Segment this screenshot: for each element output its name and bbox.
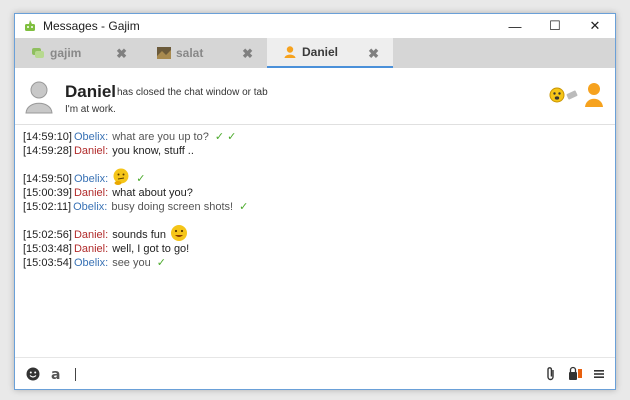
message-timestamp: [15:00:39] bbox=[23, 187, 72, 199]
close-button[interactable]: ✕ bbox=[575, 14, 615, 38]
message-nick: Obelix: bbox=[73, 173, 109, 185]
status-message: I'm at work. bbox=[65, 104, 116, 115]
message-text: you know, stuff .. bbox=[112, 145, 194, 157]
message-row: [15:00:39] Daniel: what about you? bbox=[23, 186, 603, 200]
message-timestamp: [14:59:28] bbox=[23, 145, 72, 157]
message-nick: Daniel: bbox=[73, 145, 109, 157]
message-nick: Daniel: bbox=[73, 229, 109, 241]
message-timestamp: [15:03:54] bbox=[23, 257, 72, 269]
message-text: see you bbox=[112, 257, 151, 269]
contact-photo-icon bbox=[157, 46, 171, 60]
tab-daniel[interactable]: Daniel ✖ bbox=[267, 38, 393, 68]
thinking-emoji-icon bbox=[112, 168, 130, 186]
message-text: sounds fun bbox=[112, 229, 167, 241]
message-timestamp: [15:02:56] bbox=[23, 229, 72, 241]
away-mood-icon bbox=[549, 87, 565, 103]
avatar bbox=[25, 80, 53, 114]
message-input-bar: a bbox=[15, 357, 615, 389]
message-text: what are you up to? bbox=[112, 131, 209, 143]
menu-icon[interactable] bbox=[591, 366, 607, 382]
gajim-app-icon bbox=[23, 19, 37, 33]
message-timestamp: [14:59:50] bbox=[23, 173, 72, 185]
message-timestamp: [15:03:48] bbox=[23, 243, 72, 255]
message-row: [15:03:48] Daniel: well, I got to go! bbox=[23, 242, 603, 256]
message-nick: Daniel: bbox=[73, 187, 109, 199]
message-timestamp: [15:02:11] bbox=[23, 201, 72, 213]
tab-salat[interactable]: salat ✖ bbox=[141, 38, 267, 68]
tab-close-icon[interactable]: ✖ bbox=[368, 46, 379, 62]
message-input[interactable] bbox=[75, 367, 76, 381]
message-text: busy doing screen shots! bbox=[111, 201, 234, 213]
message-nick: Daniel: bbox=[73, 243, 109, 255]
receipt-check-icon: ✓ ✓ bbox=[214, 131, 237, 143]
gajim-window: Messages - Gajim — ☐ ✕ gajim ✖ salat ✖ D… bbox=[14, 13, 616, 390]
chat-state-text: has closed the chat window or tab bbox=[117, 87, 268, 98]
tab-close-icon[interactable]: ✖ bbox=[116, 46, 127, 62]
message-row: [15:03:54] Obelix: see you ✓ bbox=[23, 256, 603, 270]
person-icon bbox=[283, 45, 297, 59]
message-timestamp: [14:59:10] bbox=[23, 131, 72, 143]
tab-label: gajim bbox=[50, 46, 82, 60]
tab-close-icon[interactable]: ✖ bbox=[242, 46, 253, 62]
message-row: [14:59:50] Obelix: ✓ bbox=[23, 164, 603, 186]
emoji-icon[interactable] bbox=[25, 366, 41, 382]
attach-icon[interactable] bbox=[543, 366, 559, 382]
activity-icon bbox=[565, 87, 579, 103]
message-nick: Obelix: bbox=[73, 257, 109, 269]
tab-label: Daniel bbox=[302, 45, 339, 59]
tab-label: salat bbox=[176, 46, 204, 60]
contact-name: Daniel bbox=[65, 82, 117, 101]
message-nick: Obelix: bbox=[73, 201, 108, 213]
receipt-check-icon: ✓ bbox=[156, 257, 166, 269]
receipt-check-icon: ✓ bbox=[136, 173, 146, 185]
group-chat-icon bbox=[31, 46, 45, 60]
tab-gajim[interactable]: gajim ✖ bbox=[15, 38, 141, 68]
message-row: [15:02:11] Obelix: busy doing screen sho… bbox=[23, 200, 603, 214]
format-icon[interactable]: a bbox=[49, 366, 65, 383]
window-title: Messages - Gajim bbox=[43, 19, 140, 33]
message-row: [14:59:10] Obelix: what are you up to? ✓… bbox=[23, 130, 603, 144]
minimize-button[interactable]: — bbox=[495, 14, 535, 38]
conversation-view[interactable]: [14:59:10] Obelix: what are you up to? ✓… bbox=[23, 130, 603, 356]
contact-header: Daniel has closed the chat window or tab… bbox=[15, 68, 615, 125]
message-text: well, I got to go! bbox=[112, 243, 190, 255]
receipt-check-icon: ✓ bbox=[239, 201, 249, 213]
encryption-icon[interactable] bbox=[567, 366, 583, 382]
svg-text:a: a bbox=[51, 367, 60, 382]
message-row: [14:59:28] Daniel: you know, stuff .. bbox=[23, 144, 603, 158]
message-text: what about you? bbox=[112, 187, 193, 199]
smile-emoji-icon bbox=[170, 224, 188, 242]
title-bar: Messages - Gajim — ☐ ✕ bbox=[15, 14, 615, 38]
maximize-button[interactable]: ☐ bbox=[535, 14, 575, 38]
tab-bar: gajim ✖ salat ✖ Daniel ✖ bbox=[15, 38, 615, 68]
message-row: [15:02:56] Daniel: sounds fun bbox=[23, 220, 603, 242]
contact-status-icon bbox=[583, 82, 605, 108]
message-nick: Obelix: bbox=[73, 131, 109, 143]
